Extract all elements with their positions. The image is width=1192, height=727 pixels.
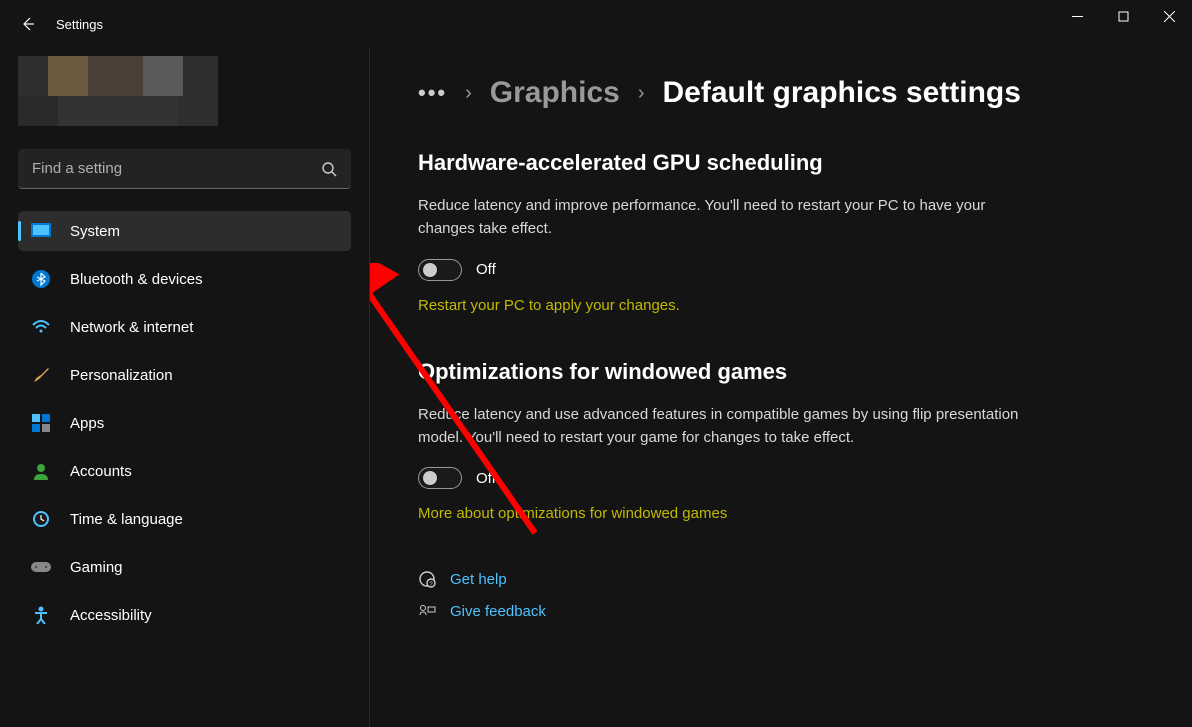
give-feedback-link[interactable]: Give feedback: [418, 602, 1172, 620]
section-title-windowed: Optimizations for windowed games: [418, 359, 1028, 385]
feedback-icon: [418, 602, 436, 620]
toggle-state-label: Off: [476, 261, 496, 278]
app-title: Settings: [56, 17, 103, 32]
sidebar-item-accessibility[interactable]: Accessibility: [18, 595, 351, 635]
minimize-button[interactable]: [1054, 0, 1100, 32]
sidebar-item-apps[interactable]: Apps: [18, 403, 351, 443]
display-icon: [30, 220, 52, 242]
sidebar-item-label: Time & language: [70, 511, 183, 528]
sidebar-item-label: Personalization: [70, 367, 173, 384]
close-button[interactable]: [1146, 0, 1192, 32]
maximize-button[interactable]: [1100, 0, 1146, 32]
windowed-optimizations-toggle[interactable]: [418, 467, 462, 489]
chevron-right-icon: ›: [638, 82, 645, 105]
search-box[interactable]: [18, 149, 351, 189]
accessibility-icon: [30, 604, 52, 626]
help-icon: ?: [418, 570, 436, 588]
restart-warning: Restart your PC to apply your changes.: [418, 297, 1028, 314]
get-help-link[interactable]: ? Get help: [418, 570, 1172, 588]
main-content: ••• › Graphics › Default graphics settin…: [370, 48, 1192, 727]
profile-block: [18, 48, 351, 133]
section-desc: Reduce latency and use advanced features…: [418, 403, 1028, 450]
chevron-right-icon: ›: [465, 82, 472, 105]
sidebar-item-gaming[interactable]: Gaming: [18, 547, 351, 587]
sidebar-item-label: Network & internet: [70, 319, 193, 336]
breadcrumb-graphics[interactable]: Graphics: [490, 76, 620, 110]
back-button[interactable]: [8, 4, 48, 44]
learn-more-link[interactable]: More about optimizations for windowed ga…: [418, 505, 1028, 522]
sidebar-item-label: System: [70, 223, 120, 240]
bluetooth-icon: [30, 268, 52, 290]
gpu-scheduling-toggle[interactable]: [418, 259, 462, 281]
brush-icon: [30, 364, 52, 386]
give-feedback-label: Give feedback: [450, 603, 546, 620]
get-help-label: Get help: [450, 571, 507, 588]
sidebar-item-time-language[interactable]: Time & language: [18, 499, 351, 539]
sidebar: System Bluetooth & devices Network & int…: [0, 48, 370, 727]
breadcrumb-more[interactable]: •••: [418, 80, 447, 106]
sidebar-item-label: Bluetooth & devices: [70, 271, 203, 288]
breadcrumb: ••• › Graphics › Default graphics settin…: [418, 76, 1172, 110]
search-icon: [321, 161, 337, 177]
wifi-icon: [30, 316, 52, 338]
sidebar-item-label: Apps: [70, 415, 104, 432]
sidebar-item-network[interactable]: Network & internet: [18, 307, 351, 347]
breadcrumb-current: Default graphics settings: [663, 76, 1021, 110]
person-icon: [30, 460, 52, 482]
clock-icon: [30, 508, 52, 530]
section-desc: Reduce latency and improve performance. …: [418, 194, 1028, 241]
sidebar-item-system[interactable]: System: [18, 211, 351, 251]
sidebar-item-label: Gaming: [70, 559, 123, 576]
sidebar-item-personalization[interactable]: Personalization: [18, 355, 351, 395]
toggle-state-label: Off: [476, 470, 496, 487]
sidebar-item-label: Accounts: [70, 463, 132, 480]
sidebar-item-accounts[interactable]: Accounts: [18, 451, 351, 491]
sidebar-item-bluetooth[interactable]: Bluetooth & devices: [18, 259, 351, 299]
search-input[interactable]: [32, 160, 321, 177]
apps-icon: [30, 412, 52, 434]
section-title-gpu: Hardware-accelerated GPU scheduling: [418, 150, 1028, 176]
gamepad-icon: [30, 556, 52, 578]
sidebar-item-label: Accessibility: [70, 607, 152, 624]
